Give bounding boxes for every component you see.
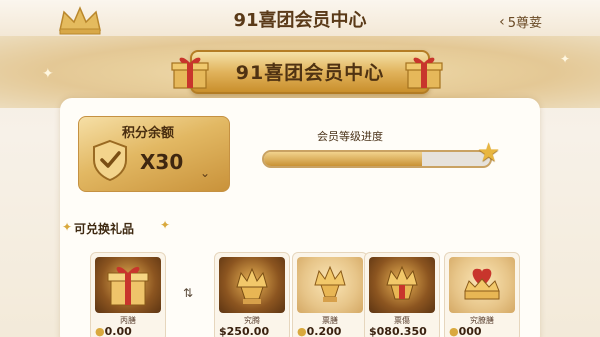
gift-card[interactable]: 丙膳 ●0.00 <box>90 252 166 337</box>
swap-icon[interactable]: ⇅ <box>183 286 193 300</box>
points-value: X30 <box>140 150 184 174</box>
gift-box-image <box>95 257 161 313</box>
coin-icon: ● <box>95 325 105 337</box>
gift-card[interactable]: 究腾 $250.00 <box>214 252 290 337</box>
heart-crown-image <box>449 257 515 313</box>
gift-price: $250.00 <box>219 325 270 337</box>
gift-card[interactable]: 票傷 $080.350 <box>364 252 440 337</box>
gift-price: ●0.00 <box>95 325 169 337</box>
crown-icon <box>314 265 346 302</box>
level-label: 会员等级进度 <box>317 130 383 143</box>
gift-icon <box>107 266 149 306</box>
gift-price-value: 000 <box>458 325 482 337</box>
gift-price: ●0.200 <box>297 325 371 337</box>
banner-title: 91喜团会员中心 <box>235 62 385 84</box>
gift-price-value: 0.200 <box>306 325 342 337</box>
gift-card[interactable]: 究膫膳 ●000 <box>444 252 520 337</box>
gift-price: $080.350 <box>369 325 427 337</box>
coin-icon: ● <box>449 325 459 337</box>
shield-check-icon <box>93 139 127 182</box>
section-title: 可兑换礼品 <box>74 222 135 236</box>
sparkle-icon: ✦ <box>560 52 571 66</box>
gift-price: ●000 <box>449 325 523 337</box>
trophy-image <box>219 257 285 313</box>
sparkle-icon: ✦ <box>42 66 54 82</box>
heart-icon <box>464 268 500 300</box>
level-progress-fill <box>264 152 423 166</box>
chevron-down-icon[interactable]: ⌄ <box>200 166 210 180</box>
level-progress-bar <box>262 150 492 168</box>
trophy-image <box>369 257 435 313</box>
trophy-image <box>297 257 363 313</box>
gift-price-value: 0.00 <box>104 325 132 337</box>
sparkle-icon: ✦ <box>62 220 73 234</box>
back-button[interactable]: ‹ 5尊荽 <box>499 12 542 32</box>
chevron-left-icon: ‹ <box>499 13 505 30</box>
gift-icon <box>405 57 443 89</box>
back-button-label: 5尊荽 <box>507 16 542 31</box>
gift-card[interactable]: 票膳 ●0.200 <box>292 252 368 337</box>
crown-icon <box>386 265 418 300</box>
star-icon: ★ <box>477 138 501 168</box>
gift-icon <box>171 57 209 89</box>
sparkle-icon: ✦ <box>160 218 171 232</box>
coin-icon: ● <box>297 325 307 337</box>
crown-icon <box>236 267 268 304</box>
